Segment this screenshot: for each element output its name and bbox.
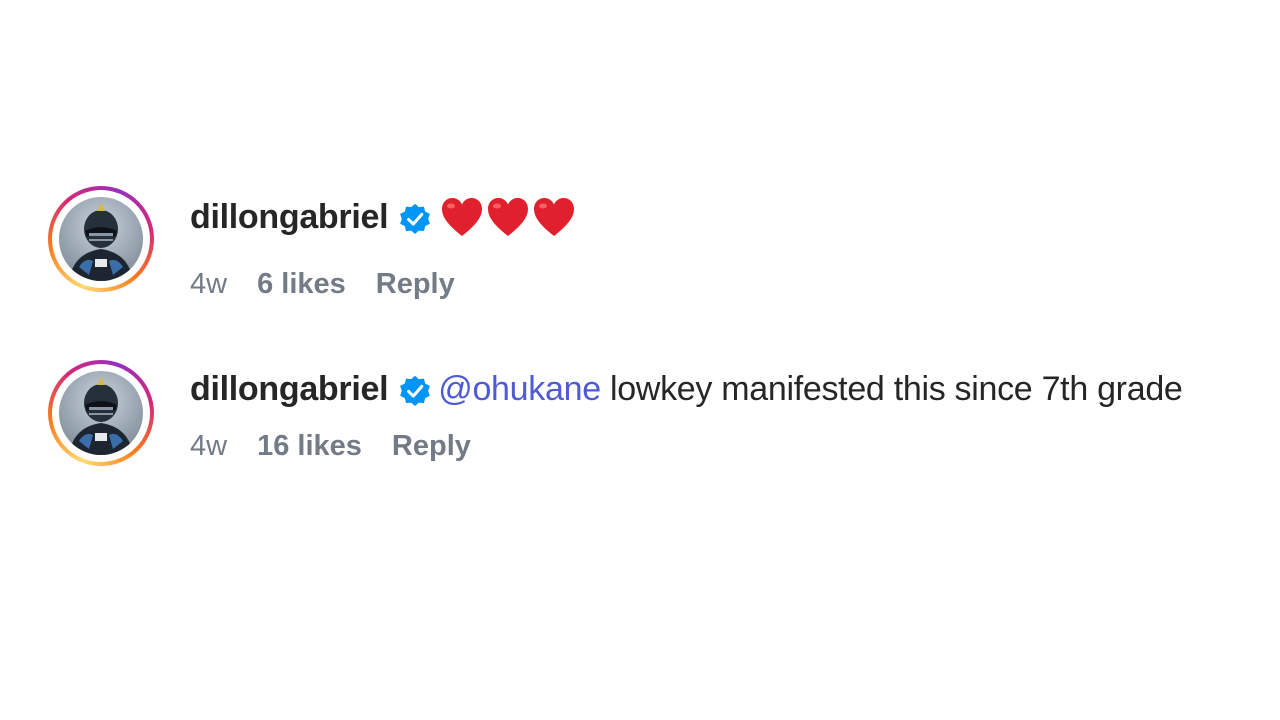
avatar-story-ring[interactable] [48, 186, 154, 292]
red-heart-emoji-icon [442, 198, 483, 236]
avatar[interactable] [59, 371, 143, 455]
likes-count[interactable]: 16 likes [257, 430, 362, 462]
comment-meta: 4w 6 likes Reply [190, 262, 1190, 306]
verified-badge-icon [400, 375, 431, 407]
comment-time: 4w [190, 268, 228, 300]
red-heart-emoji-icon [534, 198, 575, 236]
avatar-story-ring[interactable] [48, 360, 154, 466]
mention-link[interactable]: @ohukane [438, 370, 601, 408]
comment-meta: 4w 16 likes Reply [190, 424, 1190, 468]
comment-text: lowkey manifested this since 7th grade [600, 370, 1183, 408]
username[interactable]: dillongabriel [190, 370, 389, 408]
comment-text-line: dillongabriel @ohukane lowkey manifested… [190, 364, 1190, 414]
reply-button[interactable]: Reply [376, 268, 455, 300]
comment-body: dillongabriel 4w 6 likes Reply [190, 192, 1190, 306]
heart-emojis [440, 196, 578, 252]
username[interactable]: dillongabriel [190, 198, 389, 236]
comment-body: dillongabriel @ohukane lowkey manifested… [190, 364, 1190, 468]
likes-count[interactable]: 6 likes [257, 268, 346, 300]
reply-button[interactable]: Reply [392, 430, 471, 462]
avatar[interactable] [59, 197, 143, 281]
verified-badge-icon [400, 203, 431, 235]
comment-text-line: dillongabriel [190, 192, 1190, 252]
comment-time: 4w [190, 430, 228, 462]
red-heart-emoji-icon [488, 198, 529, 236]
